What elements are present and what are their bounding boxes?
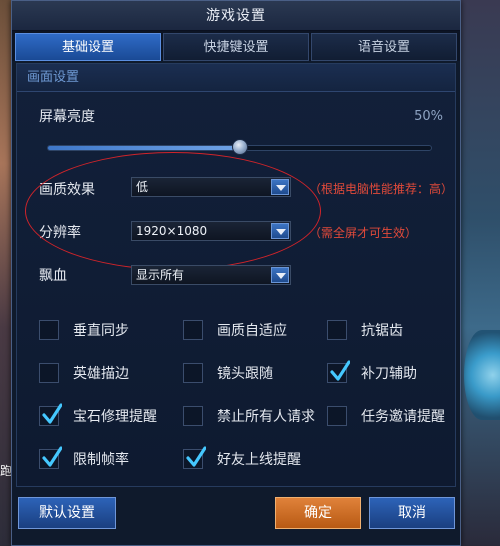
checkbox-box[interactable] xyxy=(39,446,62,469)
cancel-button[interactable]: 取消 xyxy=(369,497,455,529)
checkbox-label: 好友上线提醒 xyxy=(217,452,301,468)
window-title: 游戏设置 xyxy=(12,1,460,31)
brightness-label: 屏幕亮度 xyxy=(39,109,95,125)
checkbox-label: 宝石修理提醒 xyxy=(73,409,157,425)
checkbox-box[interactable] xyxy=(183,363,203,383)
tab-voice-settings[interactable]: 语音设置 xyxy=(311,33,457,61)
floating-blood-label: 飘血 xyxy=(39,268,67,284)
checkbox-label: 抗锯齿 xyxy=(361,323,403,339)
checkbox-box[interactable] xyxy=(183,446,206,469)
highlight-oval xyxy=(25,152,321,270)
confirm-button[interactable]: 确定 xyxy=(275,497,361,529)
checkbox-box[interactable] xyxy=(39,320,59,340)
background-orb xyxy=(464,330,500,420)
checkbox-box[interactable] xyxy=(327,320,347,340)
chevron-down-icon[interactable] xyxy=(271,267,289,283)
quality-hint: （根据电脑性能推荐：高） xyxy=(309,182,454,196)
checkbox-last-hit-assist[interactable]: 补刀辅助 xyxy=(327,360,417,383)
tab-hotkey-settings[interactable]: 快捷键设置 xyxy=(163,33,309,61)
checkbox-box[interactable] xyxy=(183,406,203,426)
checkbox-label: 限制帧率 xyxy=(73,452,129,468)
section-title: 画面设置 xyxy=(17,64,455,92)
checkbox-label: 镜头跟随 xyxy=(217,366,273,382)
brightness-slider-fill xyxy=(48,146,240,150)
checkbox-label: 禁止所有人请求 xyxy=(217,409,315,425)
brightness-value: 50% xyxy=(414,109,443,124)
settings-window: 游戏设置 基础设置 快捷键设置 语音设置 画面设置 屏幕亮度 50% 画质效果 … xyxy=(11,0,461,546)
checkbox-camera-follow[interactable]: 镜头跟随 xyxy=(183,363,273,383)
checkbox-task-invite-reminder[interactable]: 任务邀请提醒 xyxy=(327,406,445,426)
checkbox-limit-framerate[interactable]: 限制帧率 xyxy=(39,446,129,469)
checkmark-icon xyxy=(42,446,62,467)
checkbox-friend-online-reminder[interactable]: 好友上线提醒 xyxy=(183,446,301,469)
checkmark-icon xyxy=(330,360,350,381)
checkbox-hero-outline[interactable]: 英雄描边 xyxy=(39,363,129,383)
resolution-hint: （需全屏才可生效） xyxy=(309,226,418,240)
checkbox-gem-repair-reminder[interactable]: 宝石修理提醒 xyxy=(39,403,157,426)
checkbox-box[interactable] xyxy=(183,320,203,340)
checkbox-label: 画质自适应 xyxy=(217,323,287,339)
checkmark-icon xyxy=(42,403,62,424)
checkbox-label: 英雄描边 xyxy=(73,366,129,382)
tab-bar: 基础设置 快捷键设置 语音设置 xyxy=(12,31,460,61)
checkbox-block-all-requests[interactable]: 禁止所有人请求 xyxy=(183,406,315,426)
brightness-slider-thumb[interactable] xyxy=(231,139,248,155)
checkbox-label: 任务邀请提醒 xyxy=(361,409,445,425)
tab-basic-settings[interactable]: 基础设置 xyxy=(15,33,161,61)
checkbox-box[interactable] xyxy=(39,403,62,426)
checkbox-box[interactable] xyxy=(327,360,350,383)
checkbox-label: 垂直同步 xyxy=(73,323,129,339)
checkbox-label: 补刀辅助 xyxy=(361,366,417,382)
floating-blood-select-value: 显示所有 xyxy=(136,268,185,282)
settings-panel: 画面设置 屏幕亮度 50% 画质效果 低 （根据电脑性能推荐：高） 分辨率 19… xyxy=(16,63,456,487)
checkbox-vsync[interactable]: 垂直同步 xyxy=(39,320,129,340)
background-right xyxy=(460,0,500,546)
checkbox-box[interactable] xyxy=(327,406,347,426)
checkbox-antialiasing[interactable]: 抗锯齿 xyxy=(327,320,403,340)
checkbox-adaptive-quality[interactable]: 画质自适应 xyxy=(183,320,287,340)
checkmark-icon xyxy=(186,446,206,467)
default-settings-button[interactable]: 默认设置 xyxy=(18,497,116,529)
checkbox-box[interactable] xyxy=(39,363,59,383)
floating-blood-select[interactable]: 显示所有 xyxy=(131,265,291,285)
